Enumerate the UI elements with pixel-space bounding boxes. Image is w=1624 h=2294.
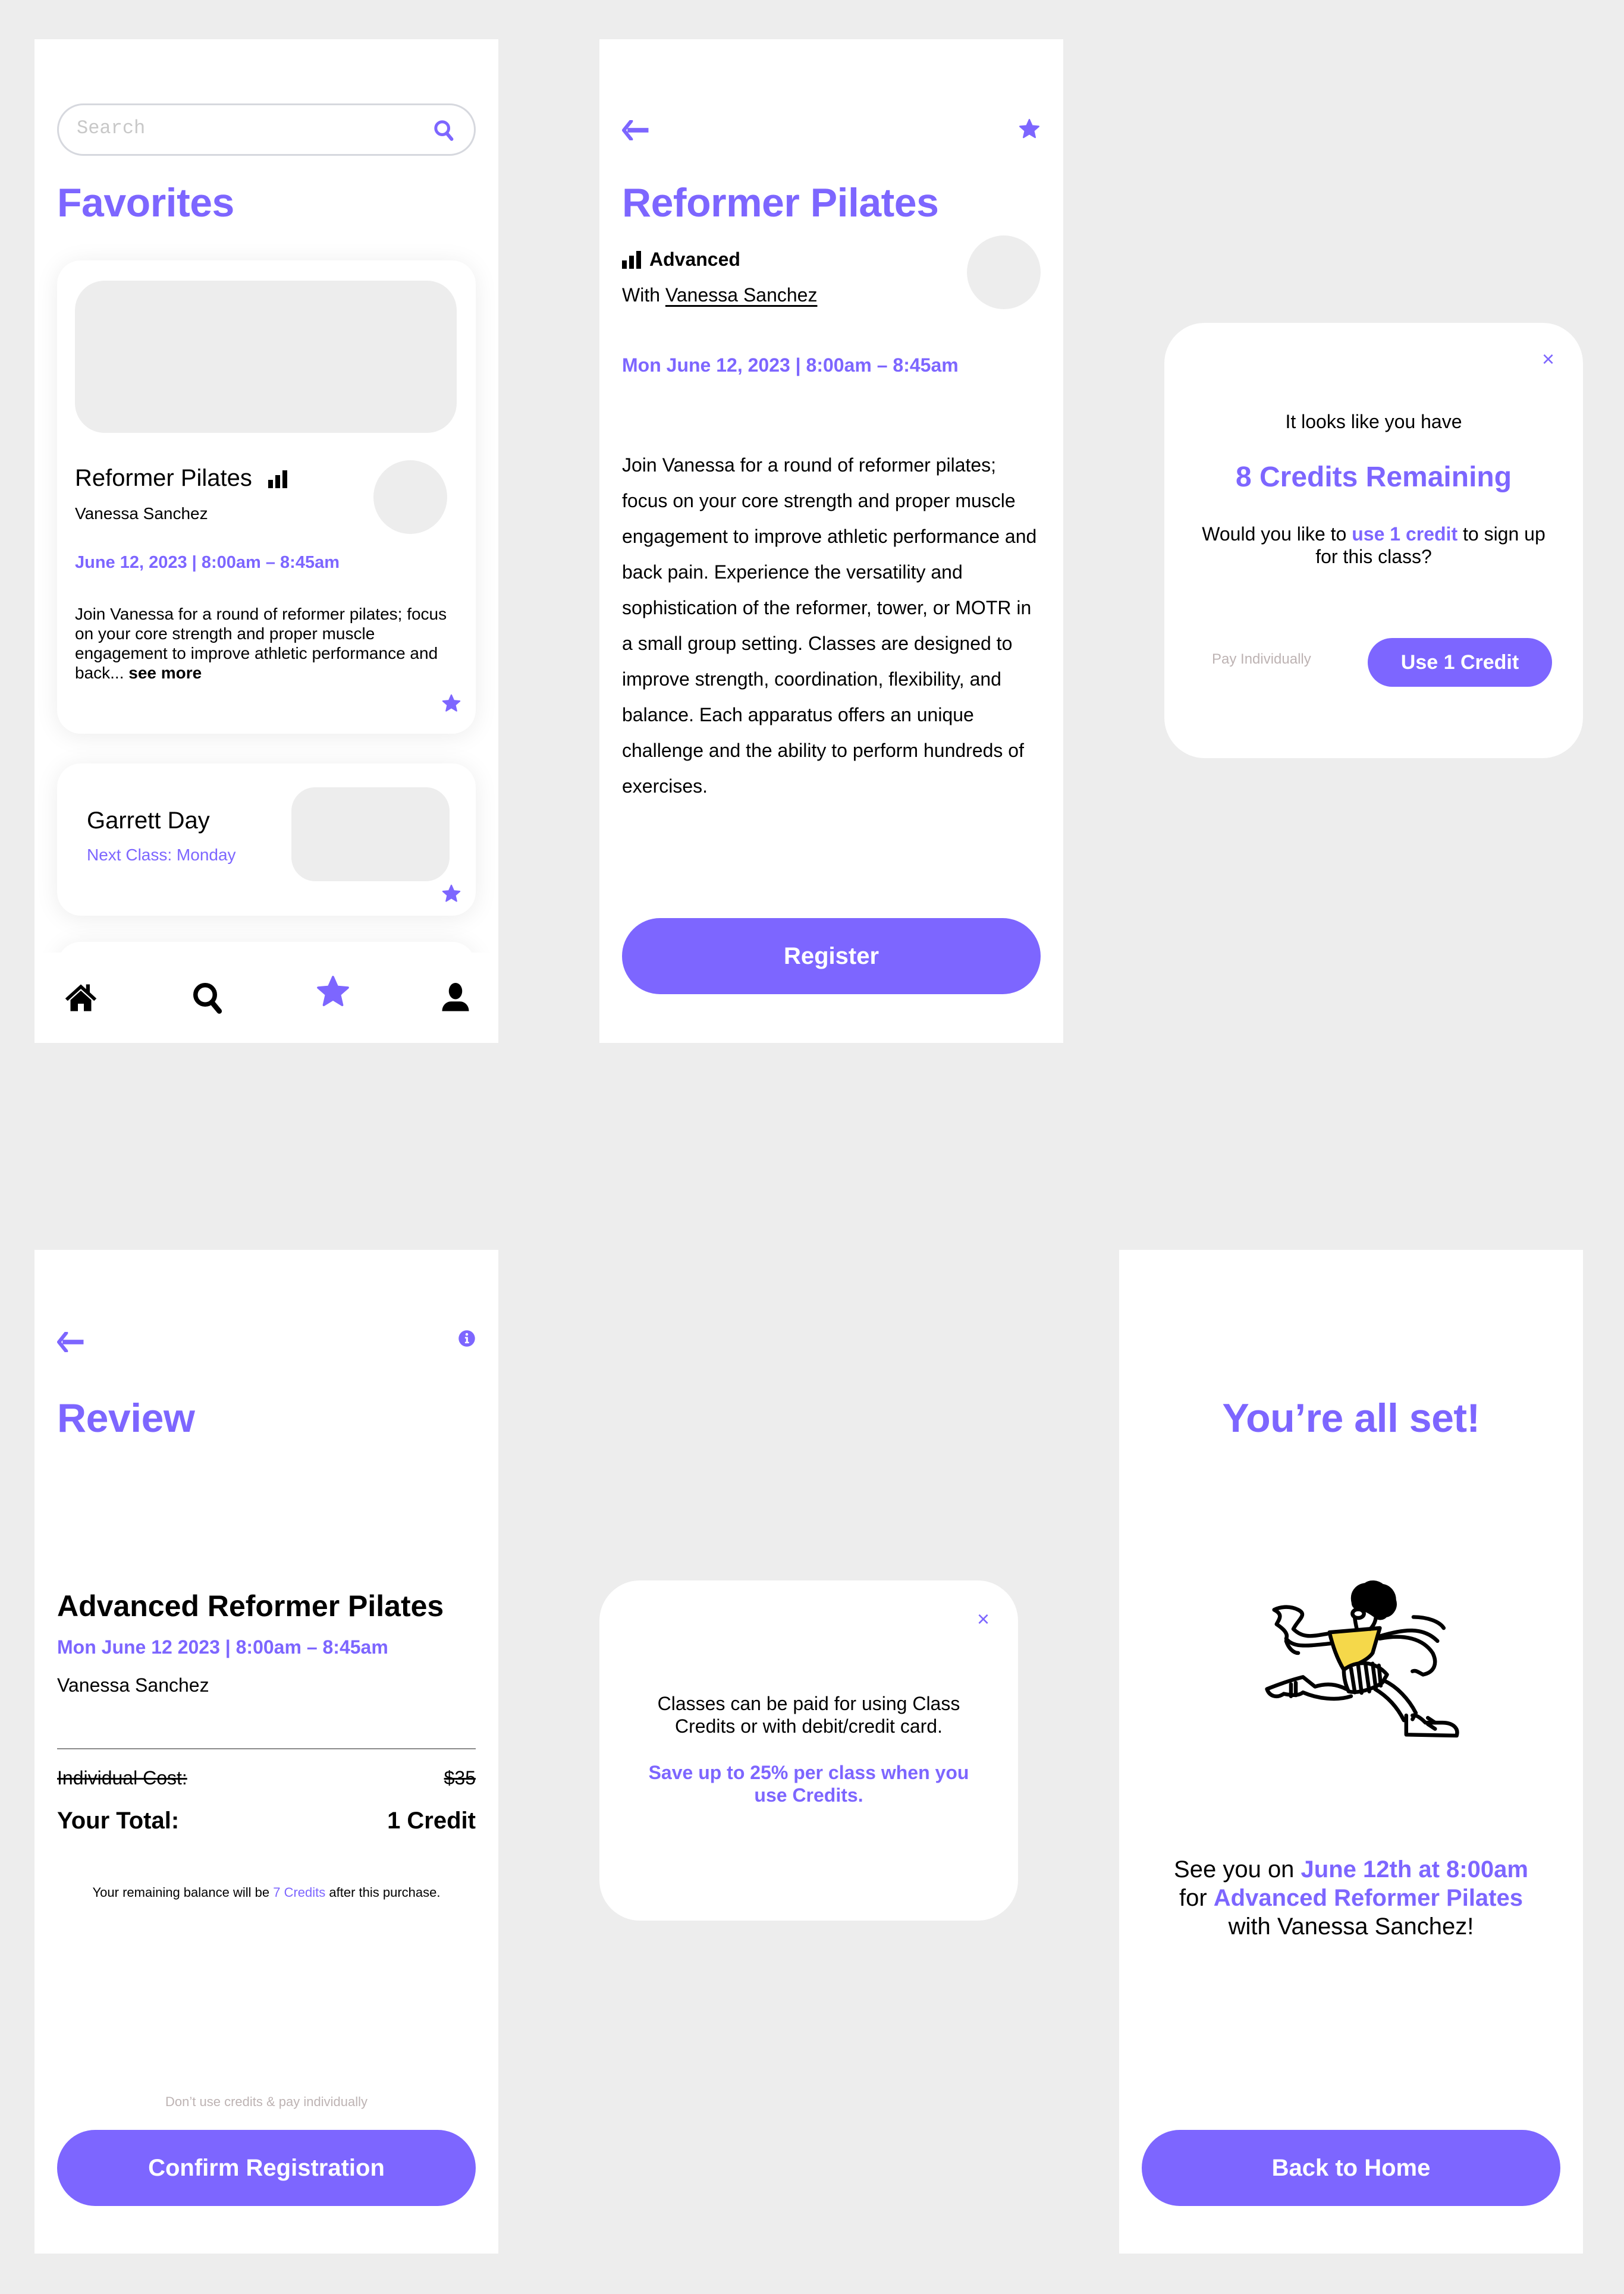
instructor-card[interactable]: Garrett Day Next Class: Monday bbox=[57, 763, 476, 916]
see-more-link[interactable]: see more bbox=[128, 664, 202, 682]
level-bars-icon bbox=[622, 250, 641, 269]
savings-text: Save up to 25% per class when you use Cr… bbox=[648, 1762, 969, 1806]
instructor-name: Vanessa Sanchez bbox=[75, 504, 208, 523]
page-title: You’re all set! bbox=[1222, 1396, 1480, 1441]
class-name: Advanced Reformer Pilates bbox=[57, 1589, 444, 1623]
review-screen: Review Advanced Reformer Pilates Mon Jun… bbox=[34, 1250, 498, 2254]
back-arrow-icon[interactable] bbox=[622, 120, 649, 140]
search-input[interactable]: Search bbox=[77, 117, 145, 139]
info-modal: × Classes can be paid for using Class Cr… bbox=[599, 1580, 1018, 1921]
info-text: Classes can be paid for using Class Cred… bbox=[657, 1693, 960, 1737]
instructor-image-placeholder bbox=[291, 787, 450, 881]
instructor-name: Vanessa Sanchez bbox=[57, 1674, 209, 1696]
individual-cost-row: Individual Cost: $35 bbox=[57, 1767, 476, 1789]
star-icon[interactable] bbox=[441, 884, 461, 904]
instructor-link[interactable]: Vanessa Sanchez bbox=[665, 284, 818, 306]
modal-intro: It looks like you have bbox=[1285, 411, 1462, 432]
divider bbox=[57, 1748, 476, 1749]
confirmation-message: See you on June 12th at 8:00am for Advan… bbox=[1174, 1856, 1528, 1940]
class-description: Join Vanessa for a round of reformer pil… bbox=[622, 454, 1037, 797]
class-date: Mon June 12, 2023 | 8:00am – 8:45am bbox=[622, 354, 959, 376]
search-bar[interactable]: Search bbox=[57, 103, 476, 156]
credits-remaining: 8 Credits Remaining bbox=[1235, 461, 1512, 493]
class-image-placeholder bbox=[75, 281, 457, 433]
star-icon[interactable] bbox=[441, 693, 461, 714]
search-icon[interactable] bbox=[190, 980, 226, 1016]
home-icon[interactable] bbox=[63, 980, 99, 1016]
level-bars-icon bbox=[268, 470, 287, 489]
instructor-avatar bbox=[967, 235, 1041, 309]
pay-individually-link[interactable]: Don’t use credits & pay individually bbox=[34, 2094, 498, 2110]
class-card[interactable]: Reformer Pilates Vanessa Sanchez June 12… bbox=[57, 260, 476, 734]
class-title: Reformer Pilates bbox=[622, 180, 939, 225]
search-icon[interactable] bbox=[432, 118, 456, 142]
class-description: Join Vanessa for a round of reformer pil… bbox=[75, 605, 447, 682]
class-date: Mon June 12 2023 | 8:00am – 8:45am bbox=[57, 1636, 388, 1658]
bottom-nav bbox=[34, 953, 498, 1043]
credits-modal: × It looks like you have 8 Credits Remai… bbox=[1164, 323, 1583, 758]
use-credit-button[interactable]: Use 1 Credit bbox=[1368, 638, 1552, 687]
confirm-registration-button[interactable]: Confirm Registration bbox=[57, 2130, 476, 2206]
remaining-balance: Your remaining balance will be 7 Credits… bbox=[92, 1885, 441, 1900]
instructor-name: Garrett Day bbox=[87, 807, 210, 834]
instructor-line: With Vanessa Sanchez bbox=[622, 284, 818, 306]
back-to-home-button[interactable]: Back to Home bbox=[1142, 2130, 1560, 2206]
favorites-screen: Search Favorites Reformer Pilates Vaness… bbox=[34, 39, 498, 1043]
back-arrow-icon[interactable] bbox=[57, 1332, 84, 1352]
instructor-avatar bbox=[373, 460, 447, 534]
total-row: Your Total: 1 Credit bbox=[57, 1808, 476, 1834]
confirmation-screen: You’re all set! See you on June 12th at … bbox=[1119, 1250, 1583, 2254]
page-title: Review bbox=[57, 1396, 195, 1441]
user-icon[interactable] bbox=[438, 980, 473, 1016]
close-icon[interactable]: × bbox=[977, 1607, 990, 1632]
star-icon[interactable] bbox=[1018, 118, 1041, 140]
close-icon[interactable]: × bbox=[1542, 347, 1554, 372]
next-class: Next Class: Monday bbox=[87, 846, 236, 864]
level-label: Advanced bbox=[622, 249, 740, 271]
class-detail-screen: Reformer Pilates Advanced With Vanessa S… bbox=[599, 39, 1063, 1043]
info-icon[interactable] bbox=[458, 1330, 476, 1347]
page-title: Favorites bbox=[57, 180, 234, 225]
register-button[interactable]: Register bbox=[622, 918, 1041, 994]
class-date: June 12, 2023 | 8:00am – 8:45am bbox=[75, 553, 340, 572]
class-title: Reformer Pilates bbox=[75, 465, 252, 491]
star-icon[interactable] bbox=[315, 974, 351, 1010]
running-person-illustration bbox=[1265, 1580, 1459, 1738]
modal-question: Would you like to use 1 credit to sign u… bbox=[1202, 523, 1546, 567]
pay-individually-link[interactable]: Pay Individually bbox=[1212, 651, 1311, 668]
